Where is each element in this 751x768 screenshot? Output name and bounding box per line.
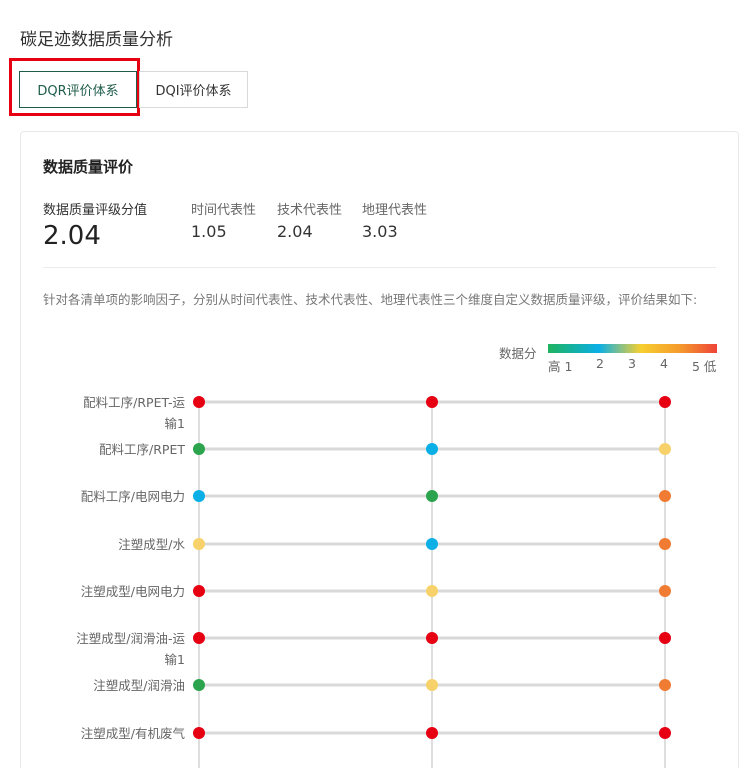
row-label-line: 输1 — [164, 652, 185, 667]
row-label: 配料工序/RPET-运输1 — [35, 392, 185, 434]
overall-score-stat: 数据质量评级分值 2.04 — [43, 199, 147, 251]
row-label-line: 注塑成型/润滑油-运 — [76, 631, 185, 646]
overall-score-label: 数据质量评级分值 — [43, 203, 148, 218]
legend-tick: 高 1 — [548, 359, 573, 374]
card-title: 数据质量评价 — [43, 158, 134, 176]
page-title: 碳足迹数据质量分析 — [20, 30, 173, 50]
row-label: 注塑成型/有机废气 — [35, 723, 185, 744]
description-text: 针对各清单项的影响因子，分别从时间代表性、技术代表性、地理代表性三个维度自定义数… — [43, 292, 698, 307]
row-label-line: 输1 — [164, 416, 185, 431]
row-label: 注塑成型/水 — [35, 534, 185, 555]
tab-dqi[interactable]: DQI评价体系 — [139, 71, 248, 108]
divider — [43, 267, 716, 268]
row-label-line: 注塑成型/润滑油 — [93, 678, 185, 693]
row-label: 注塑成型/电网电力 — [35, 581, 185, 602]
row-label-line: 配料工序/RPET — [99, 442, 185, 457]
row-label: 配料工序/RPET — [35, 439, 185, 460]
row-label: 配料工序/电网电力 — [35, 486, 185, 507]
legend-label: 数据分 — [499, 346, 537, 361]
geo-label: 地理代表性 — [362, 203, 428, 218]
legend-tick: 2 — [596, 356, 604, 371]
row-label: 注塑成型/润滑油 — [35, 675, 185, 696]
row-label-line: 注塑成型/水 — [118, 537, 185, 552]
tech-stat: 技术代表性 2.04 — [277, 199, 342, 241]
geo-stat: 地理代表性 3.03 — [362, 199, 427, 241]
legend-gradient-bar — [548, 344, 717, 353]
time-value: 1.05 — [191, 222, 227, 241]
legend-tick: 4 — [660, 356, 668, 371]
geo-value: 3.03 — [362, 222, 398, 241]
row-label-line: 注塑成型/有机废气 — [80, 726, 185, 741]
row-label-line: 配料工序/RPET-运 — [83, 395, 185, 410]
tab-dqr[interactable]: DQR评价体系 — [19, 71, 137, 108]
legend-tick: 5 低 — [692, 359, 717, 374]
legend-tick: 3 — [628, 356, 636, 371]
tech-value: 2.04 — [277, 222, 313, 241]
time-label: 时间代表性 — [191, 203, 257, 218]
overall-score-value: 2.04 — [43, 221, 101, 251]
row-label-line: 配料工序/电网电力 — [80, 489, 185, 504]
row-label-line: 注塑成型/电网电力 — [80, 584, 185, 599]
tech-label: 技术代表性 — [277, 203, 343, 218]
row-label: 注塑成型/润滑油-运输1 — [35, 628, 185, 670]
time-stat: 时间代表性 1.05 — [191, 199, 256, 241]
